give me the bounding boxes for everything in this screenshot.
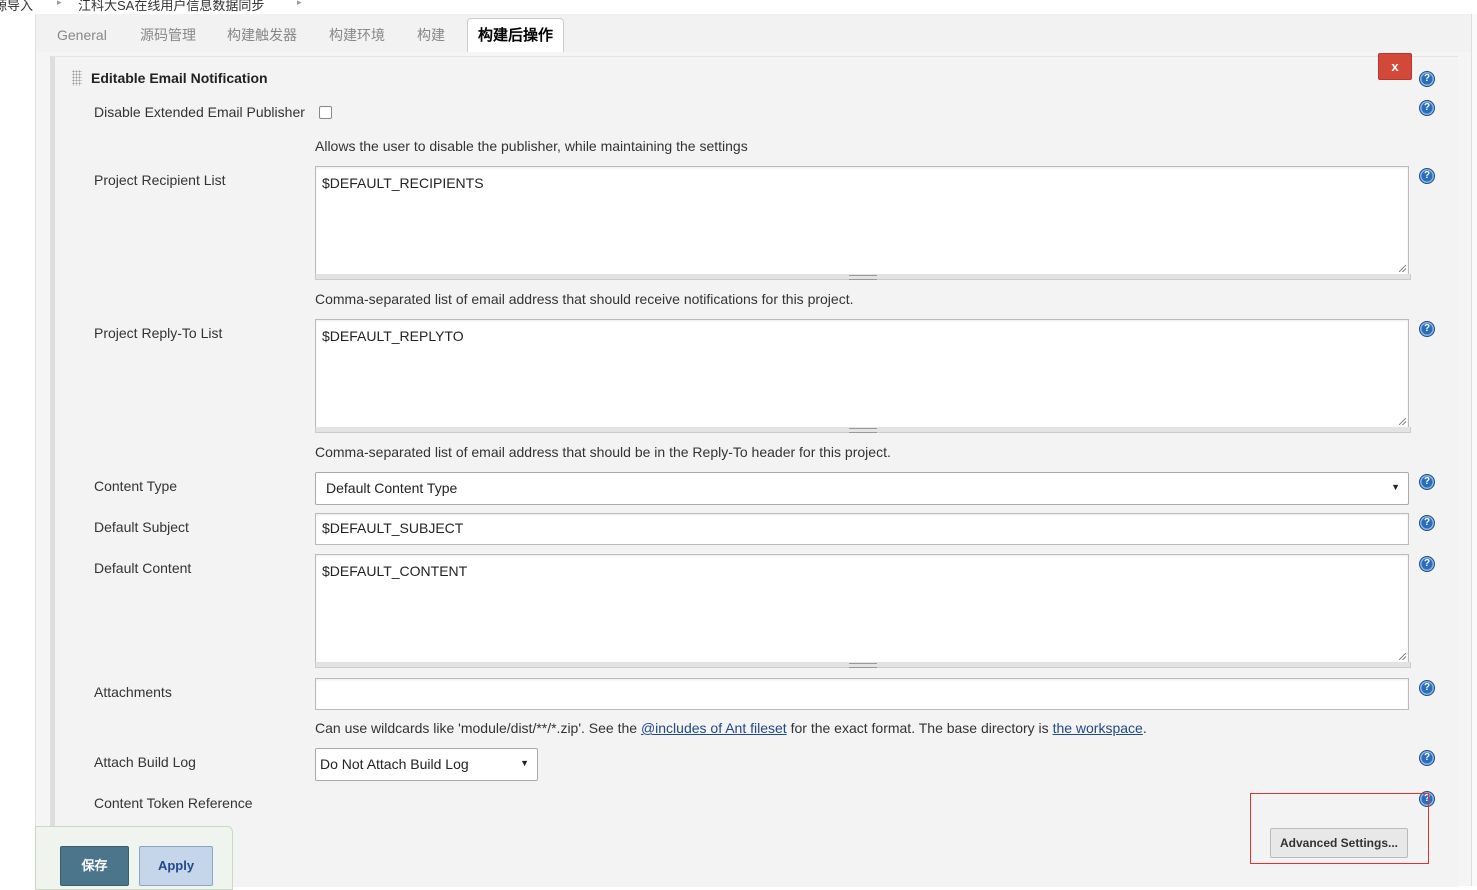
content-type-label: Content Type bbox=[94, 478, 178, 494]
textarea-resize-bar[interactable] bbox=[315, 427, 1411, 433]
reply-to-list-label: Project Reply-To List bbox=[94, 325, 223, 341]
tab-general[interactable]: General bbox=[57, 20, 107, 51]
drag-handle-icon[interactable] bbox=[72, 70, 82, 86]
content-token-reference-label: Content Token Reference bbox=[94, 795, 253, 811]
breadcrumb-item[interactable]: 江科大SA在线用户信息数据同步 bbox=[78, 0, 264, 14]
textarea-resize-bar[interactable] bbox=[315, 274, 1411, 280]
default-subject-input[interactable]: $DEFAULT_SUBJECT bbox=[315, 513, 1409, 545]
tab-build-environment[interactable]: 构建环境 bbox=[329, 20, 385, 51]
default-subject-label: Default Subject bbox=[94, 519, 189, 535]
config-tab-bar: General 源码管理 构建触发器 构建环境 构建 构建后操作 bbox=[36, 14, 1471, 53]
attachments-input[interactable] bbox=[315, 678, 1409, 710]
disable-publisher-description: Allows the user to disable the publisher… bbox=[315, 138, 748, 154]
ant-fileset-link[interactable]: @includes of Ant fileset bbox=[641, 720, 787, 736]
tab-post-build-actions[interactable]: 构建后操作 bbox=[467, 18, 565, 53]
dropdown-arrow-icon: ▼ bbox=[520, 758, 529, 768]
default-content-label: Default Content bbox=[94, 560, 192, 576]
section-title: Editable Email Notification bbox=[91, 70, 268, 86]
tab-build[interactable]: 构建 bbox=[417, 20, 445, 51]
breadcrumb-separator-icon: ▸ bbox=[57, 0, 62, 7]
resize-grip-icon[interactable] bbox=[849, 275, 877, 280]
content-type-value: Default Content Type bbox=[326, 480, 458, 496]
resize-corner-icon[interactable] bbox=[1399, 265, 1406, 272]
recipient-list-value: $DEFAULT_RECIPIENTS bbox=[322, 175, 484, 191]
reply-to-list-textarea[interactable]: $DEFAULT_REPLYTO bbox=[315, 319, 1409, 428]
attach-build-log-select[interactable]: Do Not Attach Build Log ▼ bbox=[315, 748, 538, 781]
attachments-description-text: for the exact format. The base directory… bbox=[786, 720, 1053, 736]
default-subject-value: $DEFAULT_SUBJECT bbox=[322, 520, 464, 536]
recipient-list-textarea[interactable]: $DEFAULT_RECIPIENTS bbox=[315, 166, 1409, 275]
dropdown-arrow-icon: ▼ bbox=[1391, 482, 1400, 492]
help-icon[interactable]: ? bbox=[1419, 321, 1435, 337]
help-icon[interactable]: ? bbox=[1419, 100, 1435, 116]
reply-to-list-description: Comma-separated list of email address th… bbox=[315, 444, 891, 460]
tab-build-triggers[interactable]: 构建触发器 bbox=[227, 20, 297, 51]
attachments-label: Attachments bbox=[94, 684, 172, 700]
help-icon[interactable]: ? bbox=[1419, 474, 1435, 490]
delete-step-button[interactable]: x bbox=[1378, 53, 1412, 80]
scrollbar[interactable] bbox=[1471, 14, 1477, 886]
help-icon[interactable]: ? bbox=[1419, 556, 1435, 572]
textarea-resize-bar[interactable] bbox=[315, 662, 1411, 668]
disable-publisher-checkbox[interactable] bbox=[319, 106, 332, 119]
resize-grip-icon[interactable] bbox=[849, 663, 877, 668]
save-button[interactable]: 保存 bbox=[60, 846, 129, 886]
left-gutter bbox=[0, 14, 36, 886]
attachments-description-text: . bbox=[1142, 720, 1147, 736]
workspace-link[interactable]: the workspace bbox=[1053, 720, 1143, 736]
tab-source-control[interactable]: 源码管理 bbox=[140, 20, 196, 51]
help-icon[interactable]: ? bbox=[1419, 515, 1435, 531]
help-icon[interactable]: ? bbox=[1419, 168, 1435, 184]
resize-corner-icon[interactable] bbox=[1399, 418, 1406, 425]
attachments-description-text: Can use wildcards like 'module/dist/**/*… bbox=[315, 720, 641, 736]
disable-publisher-label: Disable Extended Email Publisher bbox=[94, 104, 305, 120]
breadcrumb-separator-icon: ▸ bbox=[297, 0, 302, 7]
attach-build-log-label: Attach Build Log bbox=[94, 754, 196, 770]
help-icon[interactable]: ? bbox=[1419, 680, 1435, 696]
resize-corner-icon[interactable] bbox=[1399, 653, 1406, 660]
breadcrumb: 源导入 ▸ 江科大SA在线用户信息数据同步 ▸ bbox=[0, 0, 1477, 14]
breadcrumb-item[interactable]: 源导入 bbox=[0, 0, 33, 14]
content-type-select[interactable]: Default Content Type ▼ bbox=[315, 472, 1409, 505]
default-content-value: $DEFAULT_CONTENT bbox=[322, 563, 468, 579]
help-icon[interactable]: ? bbox=[1419, 750, 1435, 766]
advanced-settings-button[interactable]: Advanced Settings... bbox=[1270, 828, 1408, 858]
recipient-list-label: Project Recipient List bbox=[94, 172, 226, 188]
apply-button[interactable]: Apply bbox=[139, 846, 213, 886]
default-content-textarea[interactable]: $DEFAULT_CONTENT bbox=[315, 554, 1409, 663]
recipient-list-description: Comma-separated list of email address th… bbox=[315, 291, 854, 307]
attachments-description: Can use wildcards like 'module/dist/**/*… bbox=[315, 720, 1147, 736]
attach-build-log-value: Do Not Attach Build Log bbox=[320, 756, 469, 772]
help-icon[interactable]: ? bbox=[1419, 71, 1435, 87]
reply-to-list-value: $DEFAULT_REPLYTO bbox=[322, 328, 464, 344]
resize-grip-icon[interactable] bbox=[849, 428, 877, 433]
